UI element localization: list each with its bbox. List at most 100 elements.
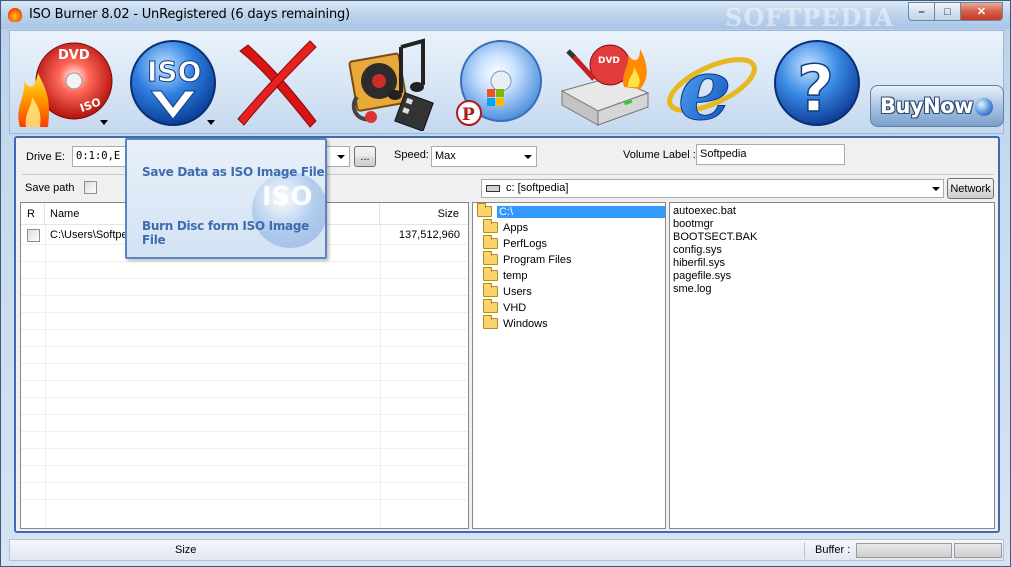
window-controls: – □ ✕ [908,2,1003,21]
tree-item-label: Program Files [503,253,572,266]
folder-icon [483,315,498,329]
folder-icon [483,219,498,233]
chevron-down-icon[interactable] [207,120,215,125]
save-path-checkbox[interactable] [84,181,97,194]
red-x-icon [237,40,317,128]
tree-item-label: Apps [503,221,529,234]
menu-item-save-iso[interactable]: Save Data as ISO Image File [142,165,325,179]
close-button[interactable]: ✕ [960,2,1003,21]
list-item[interactable]: config.sys [673,244,722,256]
chevron-down-icon[interactable] [100,120,108,125]
status-buffer-label: Buffer : [815,544,851,556]
svg-text:DVD: DVD [58,48,90,63]
network-button[interactable]: Network [947,178,994,199]
tree-item-label: Users [503,285,532,298]
folder-icon [483,267,498,281]
folder-icon [483,251,498,265]
iso-watermark-text: ISO [262,182,313,212]
tree-item-label: Windows [503,317,548,330]
drive-select-value: 0:1:0,E [76,150,121,162]
chevron-down-icon[interactable] [332,147,349,166]
help-icon: ? [774,40,860,128]
tree-item-apps[interactable]: Apps [483,219,529,235]
dvd-drive-flame-icon: DVD [560,44,650,126]
buy-now-button[interactable]: BuyNow [870,85,1004,127]
row-name: C:\Users\Softpe [50,229,128,241]
tree-item-users[interactable]: Users [483,283,532,299]
windows-disc-icon: P [456,40,542,126]
window-title: ISO Burner 8.02 - UnRegistered (6 days r… [29,7,350,22]
buy-now-label: BuyNow [880,94,974,118]
tree-item-perflogs[interactable]: PerfLogs [483,235,548,251]
tree-item-vhd[interactable]: VHD [483,299,527,315]
help-button[interactable]: ? [767,37,867,131]
drive-label: Drive E: [26,151,66,163]
tree-item-program-files[interactable]: Program Files [483,251,572,267]
row-checkbox[interactable] [27,229,40,242]
app-flame-icon [8,8,22,22]
source-drive-value: c: [softpedia] [506,182,569,194]
list-item[interactable]: sme.log [673,283,712,295]
svg-text:e: e [678,40,731,131]
file-list[interactable]: autoexec.bat bootmgr BOOTSECT.BAK config… [669,202,995,529]
flaming-dvd-iso-icon: DVD ISO [18,42,113,127]
audio-button[interactable] [339,37,439,132]
menu-item-burn-iso[interactable]: Burn Disc form ISO Image File [142,219,325,247]
windows-disc-button[interactable]: P [447,37,547,131]
source-drive-select[interactable]: c: [softpedia] [481,179,944,198]
open-folder-icon [477,203,492,217]
disc-drive-button[interactable]: DVD [554,37,654,131]
folder-tree[interactable]: C:\ Apps PerfLogs Program Files temp Use… [472,202,666,529]
list-item[interactable]: bootmgr [673,218,713,230]
chevron-down-icon[interactable] [927,179,944,198]
svg-text:DVD: DVD [598,56,620,66]
iso-glyph: ISO [147,55,201,88]
column-header-r[interactable]: R [21,203,45,225]
status-size-label: Size [175,544,197,556]
folder-icon [483,299,498,313]
app-window: ISO Burner 8.02 - UnRegistered (6 days r… [0,0,1011,567]
volume-label-input[interactable]: Softpedia [696,144,845,165]
tree-item-label: VHD [503,301,527,314]
list-item[interactable]: autoexec.bat [673,205,736,217]
iso-menu-button[interactable]: ISO [121,37,221,131]
main-toolbar: DVD ISO ISO P DVD e ? BuyNow [9,30,1004,140]
drive-icon [486,185,500,192]
tree-item-label: PerfLogs [503,237,548,250]
buffer-progress-bar [856,543,952,558]
music-media-icon [348,38,434,132]
folder-icon [483,235,498,249]
list-item[interactable]: BOOTSECT.BAK [673,231,757,243]
maximize-button[interactable]: □ [934,2,960,21]
list-item[interactable]: pagefile.sys [673,270,731,282]
save-path-label: Save path [25,182,75,194]
status-bar: Size Buffer : [9,539,1004,561]
svg-text:P: P [462,105,475,125]
iso-disc-icon: ISO [130,40,216,126]
row-size: 137,512,960 [398,229,460,241]
softpedia-watermark: SOFTPEDIA [725,3,895,32]
tree-item-windows[interactable]: Windows [483,315,548,331]
list-item[interactable]: hiberfil.sys [673,257,725,269]
column-header-size[interactable]: Size [381,203,467,225]
browse-button[interactable]: ... [354,146,376,167]
volume-label: Volume Label : [623,149,696,161]
internet-button[interactable]: e [662,37,762,140]
burn-dvd-button[interactable]: DVD ISO [14,37,114,131]
folder-icon [483,283,498,297]
minimize-button[interactable]: – [908,2,934,21]
tree-item-temp[interactable]: temp [483,267,528,283]
speed-label: Speed: [394,149,429,161]
tree-item-c-drive[interactable]: C:\ [477,203,665,219]
internet-explorer-icon: e [667,40,757,140]
tree-item-label: temp [503,269,528,282]
speed-select[interactable]: Max [431,146,537,167]
speed-select-value: Max [435,150,456,162]
chevron-down-icon[interactable] [519,147,536,166]
buffer-progress-bar-end [954,543,1002,558]
erase-button[interactable] [230,37,330,131]
title-bar[interactable]: ISO Burner 8.02 - UnRegistered (6 days r… [1,1,1010,32]
tree-item-label: C:\ [497,205,665,218]
svg-text:?: ? [797,53,834,127]
iso-dropdown-menu: ISO Save Data as ISO Image File Burn Dis… [125,138,327,259]
